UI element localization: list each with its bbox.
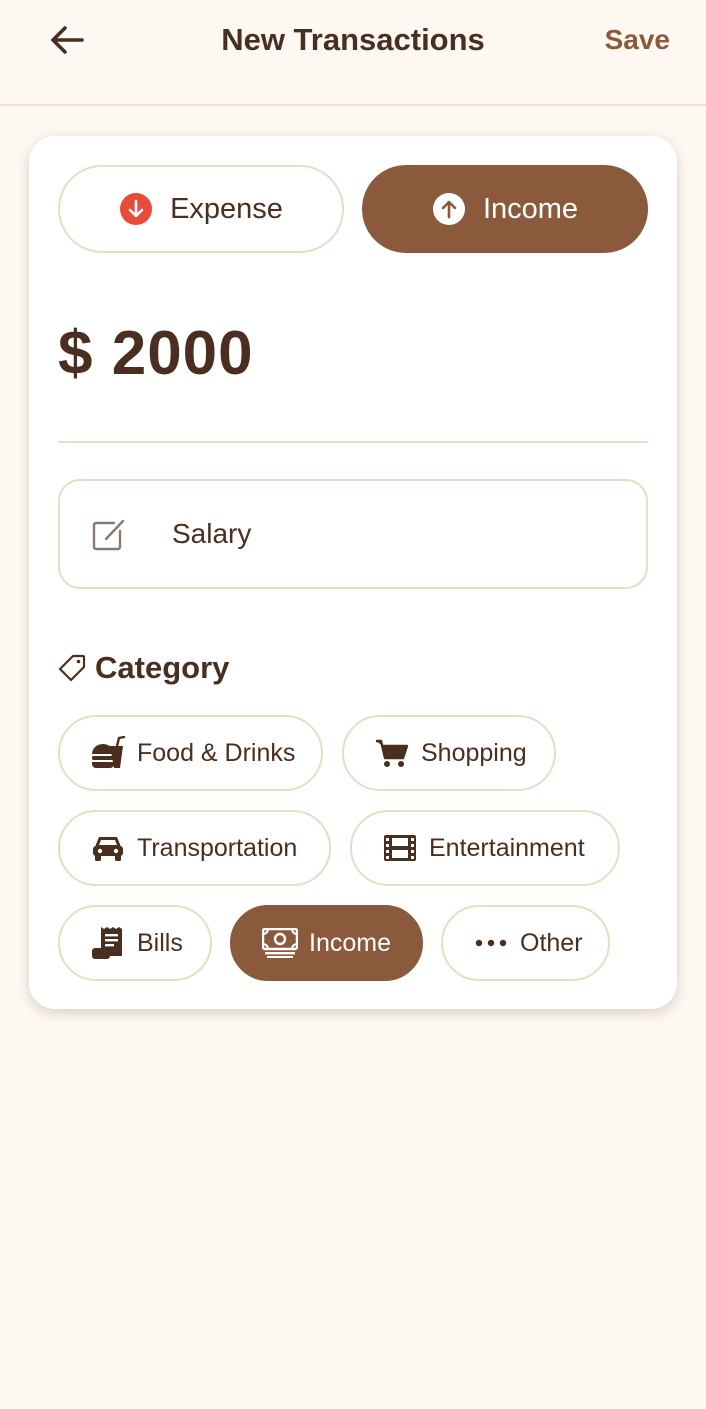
category-chip-label: Other: [520, 928, 583, 957]
expense-toggle-label: Expense: [170, 192, 283, 225]
category-chip-other[interactable]: Other: [441, 905, 610, 981]
food-icon: [90, 736, 126, 769]
expense-toggle-button[interactable]: Expense: [58, 165, 344, 253]
tag-icon: [58, 654, 86, 682]
edit-icon: [92, 519, 125, 551]
income-toggle-label: Income: [482, 192, 579, 225]
note-field[interactable]: Salary: [58, 479, 648, 589]
arrow-down-circle-icon: [119, 192, 153, 226]
car-icon: [90, 832, 126, 864]
arrow-up-circle-icon: [432, 192, 466, 226]
cart-icon: [374, 737, 410, 769]
category-chip-food-drinks[interactable]: Food & Drinks: [58, 715, 323, 791]
money-icon: [262, 927, 298, 959]
save-button[interactable]: Save: [605, 20, 670, 60]
page-title: New Transactions: [221, 22, 485, 57]
category-chip-label: Food & Drinks: [137, 738, 296, 767]
film-icon: [382, 832, 418, 864]
transaction-card: Expense Income $ 2000 Salary Category Fo…: [29, 136, 677, 1009]
category-chip-label: Income: [309, 928, 391, 957]
amount-input[interactable]: $ 2000: [58, 316, 254, 392]
more-dots-icon: [473, 927, 509, 959]
category-header: Category: [58, 646, 229, 690]
category-chip-shopping[interactable]: Shopping: [342, 715, 556, 791]
app-header: New Transactions Save: [0, 0, 706, 106]
category-chip-label: Bills: [137, 928, 183, 957]
income-toggle-button[interactable]: Income: [362, 165, 648, 253]
category-title: Category: [95, 650, 230, 685]
category-chip-entertainment[interactable]: Entertainment: [350, 810, 620, 886]
receipt-icon: [90, 927, 126, 959]
category-chip-bills[interactable]: Bills: [58, 905, 212, 981]
category-chip-label: Shopping: [421, 738, 527, 767]
category-chip-income[interactable]: Income: [230, 905, 423, 981]
category-chip-transportation[interactable]: Transportation: [58, 810, 331, 886]
category-chip-label: Transportation: [137, 833, 298, 862]
category-chip-label: Entertainment: [429, 833, 585, 862]
amount-divider: [58, 441, 648, 443]
note-value: Salary: [172, 518, 252, 549]
